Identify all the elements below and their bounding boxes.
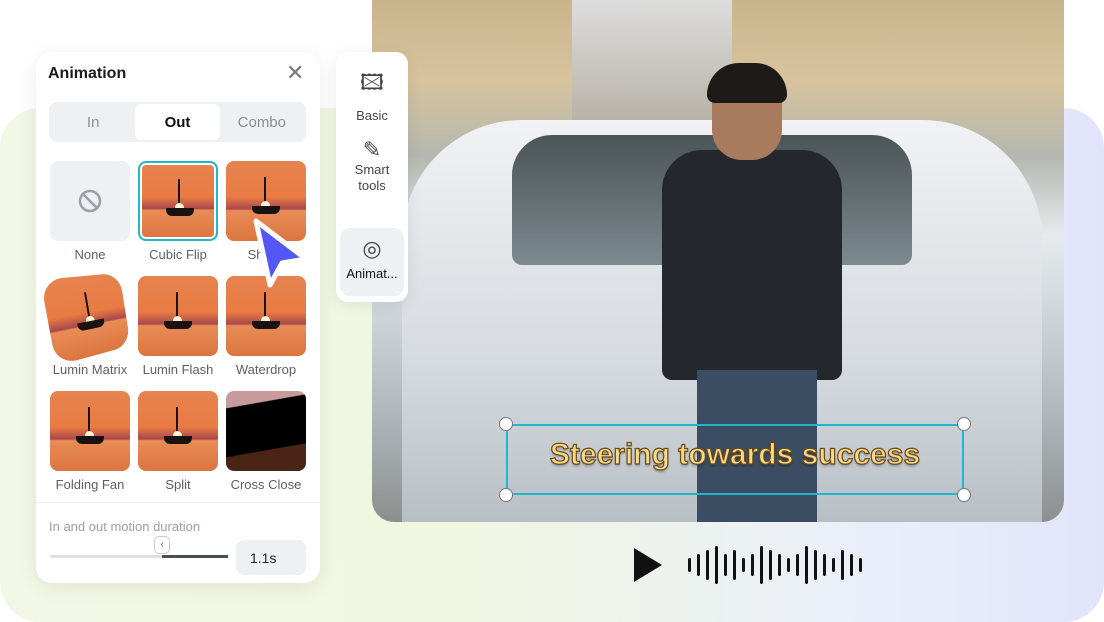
waveform-icon [688,546,862,584]
wave-bar [796,554,799,576]
effect-thumbnail [40,272,131,366]
effect-lumin-flash[interactable]: Lumin Flash [138,276,218,377]
effect-label: Split [165,477,191,492]
wave-bar [769,550,772,580]
wave-bar [733,550,736,580]
tab-in[interactable]: In [51,104,135,140]
magic-wand-icon: ✎ [362,137,382,162]
wave-bar [742,558,745,572]
play-icon[interactable] [634,548,662,582]
resize-handle-bl[interactable] [499,488,513,502]
effect-none[interactable]: None [50,161,130,262]
animation-icon: ◎ [362,236,382,261]
effect-thumbnail [138,391,218,471]
divider [36,502,320,503]
effect-thumbnail [138,276,218,356]
effects-grid: NoneCubic FlipShakeLumin MatrixLumin Fla… [40,161,306,492]
wave-bar [859,558,862,572]
image-icon: 🖾 [360,70,384,95]
effect-cross-close[interactable]: Cross Close [226,391,306,492]
animation-panel: Animation ✕ In Out Combo None Cubic Flip S… [36,52,320,583]
close-icon[interactable]: ✕ [286,62,304,84]
wave-bar [778,554,781,576]
effect-thumbnail [226,391,306,471]
sidebar-item-animation[interactable]: ◎ Animat... [340,228,404,296]
sidebar-item-label: Animat... [346,266,398,281]
effect-cubic-flip[interactable]: Cubic Flip [138,161,218,262]
effect-thumbnail [50,391,130,471]
wave-bar [814,550,817,580]
resize-handle-tl[interactable] [499,417,513,431]
sidebar-item-basic[interactable]: 🖾 Basic [340,66,404,123]
effect-folding-fan[interactable]: Folding Fan [50,391,130,492]
effect-label: Cross Close [230,477,302,492]
effect-lumin-matrix[interactable]: Lumin Matrix [40,272,131,377]
sidebar-item-label: Basic [356,108,388,123]
wave-bar [760,546,763,584]
resize-handle-tr[interactable] [957,417,971,431]
audio-player [634,546,862,584]
effect-label: Lumin Matrix [52,362,128,377]
effect-label: Lumin Flash [142,362,214,377]
duration-value[interactable]: 1.1s [236,540,306,575]
none-icon [78,189,102,213]
effect-label: Waterdrop [235,362,297,377]
pointer-cursor-icon [253,218,309,288]
effect-thumbnail [138,161,218,241]
tab-out[interactable]: Out [135,104,220,140]
tool-sidebar: 🖾 Basic ✎ Smart tools ◎ Animat... [336,52,408,302]
resize-handle-br[interactable] [957,488,971,502]
effect-label: None [74,247,106,262]
wave-bar [688,558,691,572]
wave-bar [823,554,826,576]
duration-slider[interactable] [50,555,228,558]
duration-label: In and out motion duration [49,519,201,534]
wave-bar [715,546,718,584]
wave-bar [805,546,808,584]
caption-text[interactable]: Steering towards success [506,437,964,472]
wave-bar [850,554,853,576]
wave-bar [706,550,709,580]
slider-handle[interactable]: ‹ [154,536,171,554]
tab-combo[interactable]: Combo [220,104,304,140]
animation-tabs: In Out Combo [49,102,306,142]
wave-bar [724,554,727,576]
wave-bar [841,550,844,580]
panel-title: Animation [48,65,127,82]
wave-bar [787,558,790,572]
sidebar-item-label: Smart tools [354,162,390,193]
wave-bar [832,558,835,572]
wave-bar [697,554,700,576]
effect-label: Cubic Flip [149,247,207,262]
sidebar-item-smart-tools[interactable]: ✎ Smart tools [340,137,404,194]
wave-bar [751,554,754,576]
effect-label: Folding Fan [55,477,125,492]
effect-split[interactable]: Split [138,391,218,492]
effect-thumbnail [50,161,130,241]
